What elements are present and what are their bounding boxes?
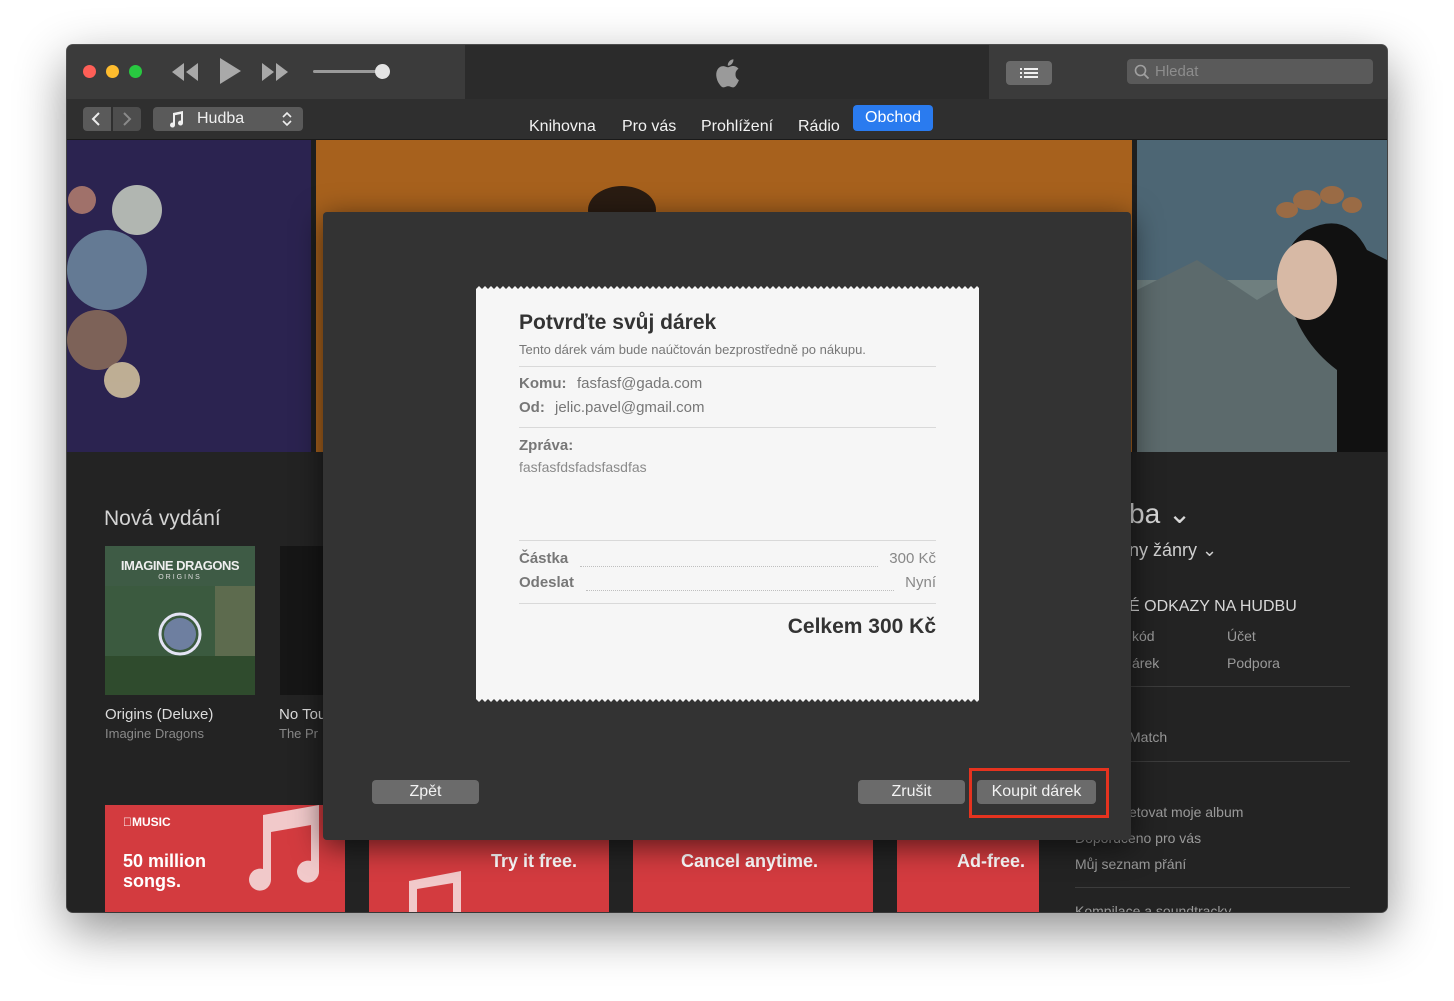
itunes-match-link[interactable]: Match (1129, 729, 1167, 745)
list-icon (1020, 68, 1038, 78)
media-kind-select[interactable]: Hudba (153, 107, 303, 131)
divider (1075, 887, 1350, 888)
promo-text: Cancel anytime. (681, 851, 819, 871)
search-icon (1134, 64, 1150, 80)
album-title[interactable]: Origins (Deluxe) (105, 706, 213, 723)
to-label: Komu: (519, 375, 567, 392)
compilations-link[interactable]: Kompilace a soundtracky (1075, 903, 1231, 912)
message-value: fasfasfdsfadsfasdfas (519, 459, 647, 475)
apple-music-logo: MUSIC (123, 815, 171, 829)
dotted-leader (586, 589, 894, 591)
hero-artwork-right (1137, 186, 1387, 452)
hero-banner-left[interactable] (67, 140, 311, 452)
search-placeholder: Hledat (1155, 63, 1199, 80)
chevron-left-icon (91, 112, 100, 126)
promo-tile-songs[interactable]: MUSIC 50 million songs. (105, 805, 345, 912)
highlight-annotation (969, 768, 1109, 818)
album-cover-subtext: ORIGINS (158, 574, 202, 581)
receipt-bottom-edge (476, 696, 979, 702)
search-field[interactable]: Hledat (1127, 59, 1373, 84)
divider (519, 540, 936, 541)
quick-link[interactable]: kód (1132, 628, 1155, 644)
message-label: Zpráva: (519, 437, 574, 454)
title-bar: Hledat (67, 45, 1387, 99)
media-kind-label: Hudba (197, 110, 245, 127)
album-cover-origins[interactable]: IMAGINE DRAGONS ORIGINS (105, 546, 255, 695)
total-amount: Celkem 300 Kč (787, 615, 936, 638)
cancel-button[interactable]: Zrušit (858, 780, 965, 804)
zoom-button[interactable] (129, 65, 142, 78)
album-artwork-portal (105, 586, 255, 695)
confirm-gift-dialog: Potvrďte svůj dárek Tento dárek vám bude… (323, 212, 1131, 840)
album-title[interactable]: No Tou (279, 706, 326, 723)
rewind-icon[interactable] (171, 61, 199, 83)
amount-value: 300 Kč (889, 550, 936, 567)
updown-chevron-icon (282, 111, 292, 127)
dotted-leader (580, 565, 878, 567)
tab-browse[interactable]: Prohlížení (701, 118, 773, 136)
play-icon[interactable] (218, 57, 242, 85)
promo-text: Try it free. (490, 851, 577, 871)
dialog-subtitle: Tento dárek vám bude naúčtován bezprostř… (519, 342, 866, 357)
music-note-icon (249, 805, 320, 891)
quick-links-heading: É ODKAZY NA HUDBU (1129, 598, 1297, 615)
genres-dropdown[interactable]: ny žánry ⌄ (1129, 540, 1217, 561)
account-link[interactable]: etovat moje album (1129, 804, 1243, 820)
music-note-icon (409, 871, 461, 912)
divider (519, 366, 936, 367)
tab-for-you[interactable]: Pro vás (622, 118, 676, 136)
minimize-button[interactable] (106, 65, 119, 78)
chevron-right-icon (123, 112, 132, 126)
music-note-icon (170, 111, 184, 128)
hero-banner-right[interactable] (1137, 140, 1387, 452)
promo-text: 50 million songs. (123, 851, 207, 891)
apple-logo-icon (716, 59, 739, 88)
close-button[interactable] (83, 65, 96, 78)
fast-forward-icon[interactable] (261, 61, 289, 83)
album-cover-text: IMAGINE DRAGONS (120, 558, 240, 573)
to-value: fasfasf@gada.com (577, 375, 703, 392)
forward-arrow-button[interactable] (113, 107, 141, 131)
right-heading[interactable]: ba ⌄ (1129, 497, 1191, 530)
quick-link-account[interactable]: Účet (1227, 628, 1256, 644)
tab-store[interactable]: Obchod (853, 105, 934, 131)
quick-link[interactable]: árek (1132, 655, 1159, 671)
back-button[interactable]: Zpět (372, 780, 479, 804)
back-arrow-button[interactable] (83, 107, 111, 131)
send-value: Nyní (905, 574, 936, 591)
receipt-top-edge (476, 286, 979, 292)
promo-text: Ad-free. (956, 851, 1025, 871)
navigation-bar: Hudba Knihovna Pro vás Prohlížení Rádio … (67, 99, 1387, 140)
volume-knob[interactable] (375, 64, 390, 79)
from-label: Od: (519, 399, 545, 416)
send-label: Odeslat (519, 574, 575, 591)
account-link[interactable]: Můj seznam přání (1075, 856, 1186, 872)
divider (519, 427, 936, 428)
dialog-title: Potvrďte svůj dárek (519, 311, 717, 334)
tab-radio[interactable]: Rádio (798, 118, 840, 136)
tab-library[interactable]: Knihovna (529, 118, 596, 136)
from-value: jelic.pavel@gmail.com (555, 399, 705, 416)
album-artist[interactable]: Imagine Dragons (105, 726, 204, 741)
gift-receipt: Potvrďte svůj dárek Tento dárek vám bude… (476, 286, 979, 702)
section-title-new-releases: Nová vydání (104, 507, 221, 530)
album-artist[interactable]: The Pr (279, 726, 318, 741)
quick-link-support[interactable]: Podpora (1227, 655, 1280, 671)
hero-artwork-left (67, 185, 162, 398)
up-next-list-button[interactable] (1006, 61, 1052, 85)
itunes-window: Hledat Hudba Knihovna Pro vás Prohlížení… (67, 45, 1387, 912)
divider (519, 603, 936, 604)
amount-label: Částka (519, 550, 569, 567)
